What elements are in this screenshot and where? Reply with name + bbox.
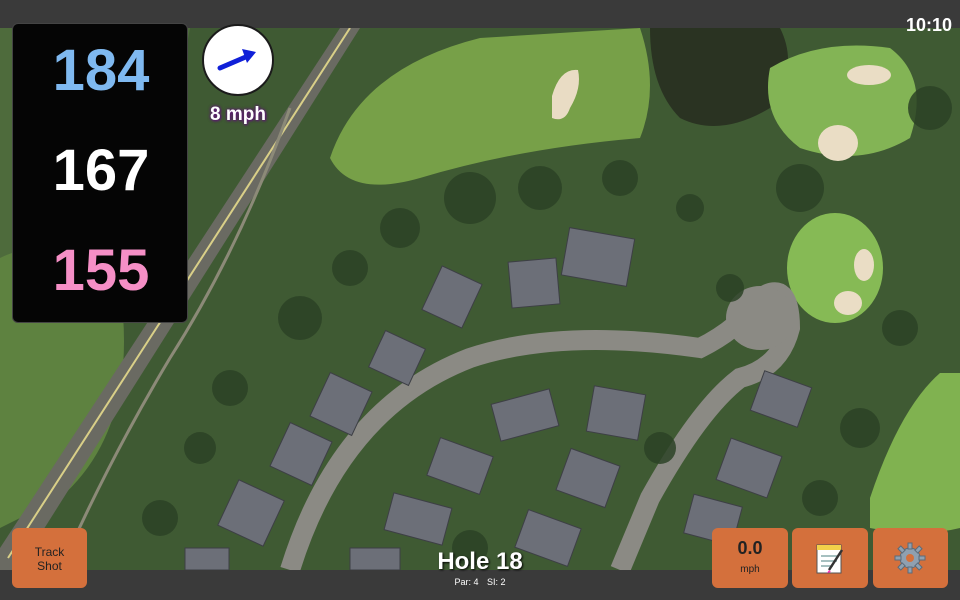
wind-speed-label: 8 mph: [210, 104, 266, 125]
center-distance: 167: [52, 138, 150, 203]
distance-panel: 184 167 155: [12, 23, 188, 323]
settings-button[interactable]: [873, 528, 948, 588]
hole-meta: Par: 4 SI: 2: [380, 577, 580, 587]
notes-button[interactable]: [792, 528, 868, 588]
track-shot-label-line2: Shot: [37, 559, 62, 573]
speed-unit: mph: [740, 564, 760, 575]
track-shot-button[interactable]: Track Shot: [12, 528, 87, 588]
hole-si: SI: 2: [487, 577, 506, 587]
hole-title: Hole 18: [437, 548, 523, 575]
clock: 10:10: [905, 15, 952, 35]
speed-value: 0.0: [737, 538, 763, 558]
speed-button[interactable]: 0.0 mph: [712, 528, 788, 588]
wind-direction-dial: [202, 24, 274, 96]
track-shot-label-line1: Track: [34, 545, 65, 559]
front-distance: 155: [52, 238, 150, 303]
gear-icon: [894, 542, 926, 574]
hole-par: Par: 4: [454, 577, 479, 587]
back-distance: 184: [52, 38, 150, 103]
wind-arrow-icon: [217, 49, 256, 71]
notepad-icon: [816, 544, 844, 574]
